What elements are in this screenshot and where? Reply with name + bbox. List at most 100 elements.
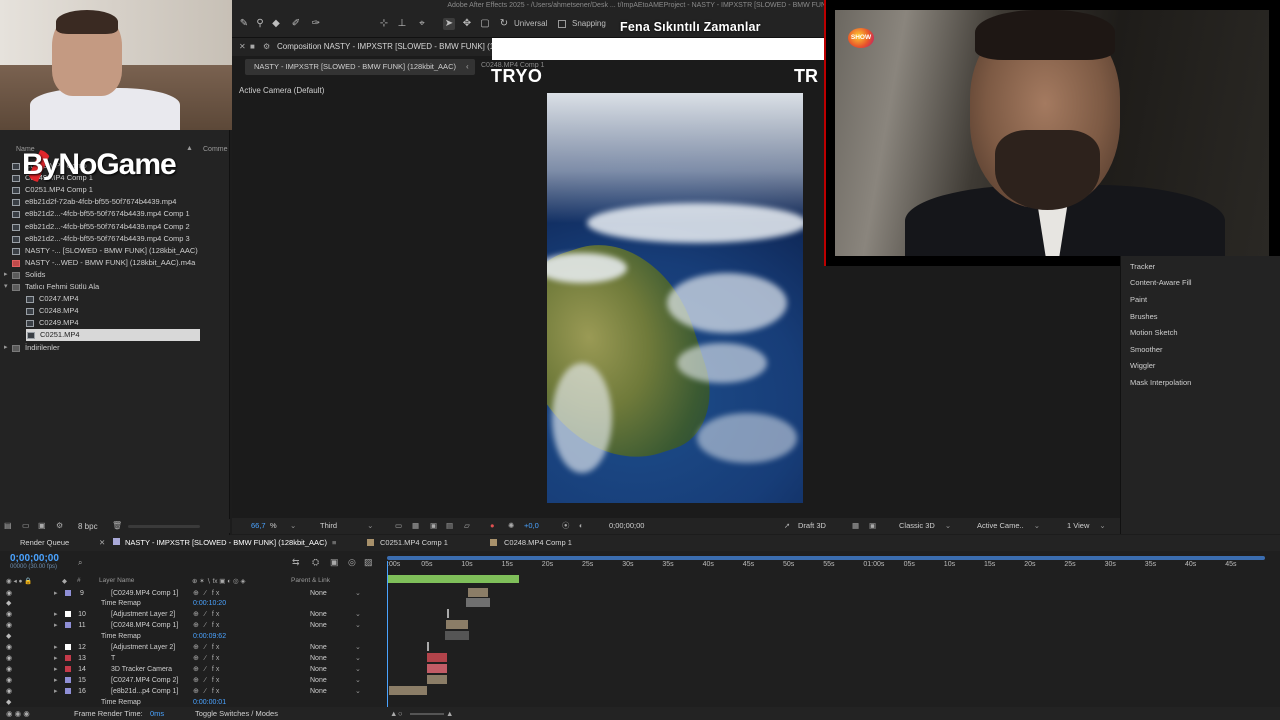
project-item[interactable]: e8b21d2...-4fcb-bf55-50f7674b4439.mp4 Co… bbox=[0, 221, 230, 233]
property-value[interactable]: 0:00:00:01 bbox=[193, 697, 226, 708]
keyframe-nav-icon[interactable]: ◆ bbox=[6, 697, 11, 708]
expand-layer-icon[interactable]: ▸ bbox=[54, 664, 58, 675]
expand-layer-icon[interactable]: ▸ bbox=[54, 620, 58, 631]
layer-switches-icons[interactable]: ⊕ ∕ fx bbox=[193, 620, 221, 631]
layer-duration-bar[interactable] bbox=[389, 685, 427, 695]
local-axis-icon[interactable]: ⊹ bbox=[378, 18, 390, 30]
project-item[interactable]: C0249.MP4 bbox=[0, 317, 230, 329]
expand-layer-icon[interactable]: ▸ bbox=[54, 653, 58, 664]
layer-duration-bar[interactable] bbox=[447, 609, 449, 619]
project-item[interactable]: e8b21d2f-72ab-4fcb-bf55-50f7674b4439.mp4 bbox=[0, 196, 230, 208]
project-item[interactable]: NASTY -...WED - BMW FUNK] (128kbit_AAC).… bbox=[0, 257, 230, 269]
zoom-out-icon[interactable]: ▲ bbox=[390, 707, 397, 720]
playhead[interactable] bbox=[387, 561, 388, 709]
motion-blur-icon[interactable]: ◎ bbox=[348, 557, 356, 568]
search-icon[interactable]: ⌕ bbox=[78, 558, 82, 568]
layer-switches-icons[interactable]: ⊕ ∕ fx bbox=[193, 675, 221, 686]
project-item[interactable]: e8b21d2...-4fcb-bf55-50f7674b4439.mp4 Co… bbox=[0, 233, 230, 245]
earth-footage-frame[interactable] bbox=[547, 93, 803, 503]
world-axis-icon[interactable]: ⊥ bbox=[396, 18, 408, 30]
keyframe-nav-icon[interactable]: ◆ bbox=[6, 631, 11, 642]
layer-property-row[interactable]: ◆ Time Remap 0:00:00:01 bbox=[0, 697, 385, 708]
layer-switches-icons[interactable]: ⊕ ∕ fx bbox=[193, 686, 221, 697]
parent-dropdown-icon[interactable]: ⌄ bbox=[355, 675, 361, 686]
parent-select[interactable]: None bbox=[310, 653, 327, 664]
lock-icon[interactable]: ■ bbox=[250, 38, 255, 56]
comp-subtab-active[interactable]: NASTY - IMPXSTR [SLOWED - BMW FUNK] (128… bbox=[245, 59, 475, 75]
parent-dropdown-icon[interactable]: ⌄ bbox=[355, 609, 361, 620]
expand-closed-icon[interactable]: ▸ bbox=[4, 342, 8, 354]
clone-stamp-icon[interactable]: ⚲ bbox=[254, 18, 266, 30]
tab-menu-icon[interactable]: ≡ bbox=[332, 535, 336, 551]
expand-closed-icon[interactable]: ▸ bbox=[4, 269, 8, 281]
orbit-icon[interactable]: ↻ bbox=[498, 18, 510, 30]
time-ruler[interactable]: :00s 05s 10s 15s 20s 25s 30s 35s 40s 45s 50s 55s 01:… bbox=[387, 561, 1267, 575]
layer-row[interactable]: ◉ ▸ 14 3D Tracker Camera ⊕ ∕ fx None ⌄ bbox=[0, 664, 385, 675]
parent-dropdown-icon[interactable]: ⌄ bbox=[355, 686, 361, 697]
draft-3d-toggle-icon[interactable]: ⛭ bbox=[312, 557, 319, 568]
zoom-value[interactable]: 66,7 bbox=[251, 518, 266, 534]
visibility-eye-icon[interactable]: ◉ bbox=[6, 642, 12, 653]
interpret-footage-icon[interactable]: ▤ bbox=[4, 521, 12, 530]
visibility-eye-icon[interactable]: ◉ bbox=[6, 653, 12, 664]
region-icon[interactable]: ▭ bbox=[395, 518, 402, 534]
graph-editor-icon[interactable]: ▨ bbox=[364, 557, 373, 568]
footer-toggle-icons[interactable]: ◉ ◉ ◉ bbox=[6, 707, 30, 720]
bpc-label[interactable]: 8 bpc bbox=[78, 522, 98, 531]
mask-icon[interactable]: ▣ bbox=[430, 518, 437, 534]
project-item[interactable]: C0251.MP4 bbox=[26, 329, 200, 342]
layer-row[interactable]: ◉ ▸ 15 [C0247.MP4 Comp 2] ⊕ ∕ fx None ⌄ bbox=[0, 675, 385, 686]
layer-row[interactable]: ◉ ▸ 13 T ⊕ ∕ fx None ⌄ bbox=[0, 653, 385, 664]
snapshot-icon[interactable]: ⦿ bbox=[562, 518, 570, 534]
project-item[interactable]: C0247.MP4 bbox=[0, 293, 230, 305]
show-snapshot-icon[interactable]: ◐ bbox=[579, 518, 584, 534]
layer-name[interactable]: [Adjustment Layer 2] bbox=[111, 609, 175, 620]
resolution-select[interactable]: Third ⌄ bbox=[320, 520, 373, 532]
panel-item-paint[interactable]: Paint bbox=[1130, 295, 1147, 304]
visibility-eye-icon[interactable]: ◉ bbox=[6, 675, 12, 686]
project-item[interactable]: C0248.MP4 bbox=[0, 305, 230, 317]
panel-item-smoother[interactable]: Smoother bbox=[1130, 345, 1163, 354]
layer-name[interactable]: 3D Tracker Camera bbox=[111, 664, 172, 675]
parent-select[interactable]: None bbox=[310, 675, 327, 686]
zoom-slider-track[interactable] bbox=[410, 713, 444, 715]
layer-row[interactable]: ◉ ▸ 10 [Adjustment Layer 2] ⊕ ∕ fx None ⌄ bbox=[0, 609, 385, 620]
timeline-tab-active[interactable]: NASTY - IMPXSTR [SLOWED - BMW FUNK] (128… bbox=[125, 535, 327, 551]
layer-switches-icons[interactable]: ⊕ ∕ fx bbox=[193, 642, 221, 653]
comp-flowchart-icon[interactable]: ⇆ bbox=[292, 557, 300, 568]
parent-select[interactable]: None bbox=[310, 664, 327, 675]
parent-select[interactable]: None bbox=[310, 620, 327, 631]
layer-switches-icons[interactable]: ⊕ ∕ fx bbox=[193, 609, 221, 620]
shy-layers-icon[interactable]: ▣ bbox=[330, 557, 339, 568]
layer-name[interactable]: T bbox=[111, 653, 115, 664]
parent-select[interactable]: None bbox=[310, 686, 327, 697]
visibility-eye-icon[interactable]: ◉ bbox=[6, 620, 12, 631]
work-area-bar[interactable] bbox=[387, 556, 1265, 560]
camera-select[interactable]: Active Came.. ⌄ bbox=[977, 520, 1040, 532]
label-color-swatch[interactable] bbox=[65, 589, 71, 596]
expand-layer-icon[interactable]: ▸ bbox=[54, 642, 58, 653]
layer-duration-bar[interactable] bbox=[446, 620, 468, 630]
close-icon[interactable]: ✕ bbox=[239, 38, 246, 56]
new-comp-icon[interactable]: ▣ bbox=[38, 521, 46, 530]
3d-ground-icon[interactable]: ▱ bbox=[464, 518, 470, 534]
hand-tool-icon[interactable]: ✥ bbox=[461, 18, 473, 30]
keyframe-nav-icon[interactable]: ◆ bbox=[6, 598, 11, 609]
layer-row[interactable]: ◉ ▸ 16 [e8b21d...p4 Comp 1] ⊕ ∕ fx None ⌄ bbox=[0, 686, 385, 697]
layer-property-row[interactable]: ◆ Time Remap 0:00:10:20 bbox=[0, 598, 385, 609]
layer-duration-bar[interactable] bbox=[427, 652, 447, 662]
puppet-pin-icon[interactable]: ✑ bbox=[310, 18, 322, 30]
render-queue-tab[interactable]: Render Queue bbox=[20, 535, 69, 551]
brush-tool-icon[interactable]: ✎ bbox=[238, 18, 250, 30]
label-column-icon[interactable]: ◆ bbox=[62, 577, 67, 585]
project-item[interactable]: ▾ Tatlıcı Fehmi Sütlü Ala bbox=[0, 281, 230, 293]
panel-item-brushes[interactable]: Brushes bbox=[1130, 312, 1158, 321]
layer-switches-icons[interactable]: ⊕ ∕ fx bbox=[193, 588, 221, 599]
exposure-value[interactable]: +0,0 bbox=[524, 518, 539, 534]
fast-preview-icon[interactable]: ▦ bbox=[852, 518, 859, 534]
panel-item-mask-interpolation[interactable]: Mask Interpolation bbox=[1130, 378, 1191, 387]
grid-guides-icon[interactable]: ▤ bbox=[446, 518, 453, 534]
zoom-in-icon[interactable]: ▲ bbox=[446, 707, 453, 720]
property-value[interactable]: 0:00:10:20 bbox=[193, 598, 226, 609]
column-comment[interactable]: Comme bbox=[203, 146, 228, 153]
